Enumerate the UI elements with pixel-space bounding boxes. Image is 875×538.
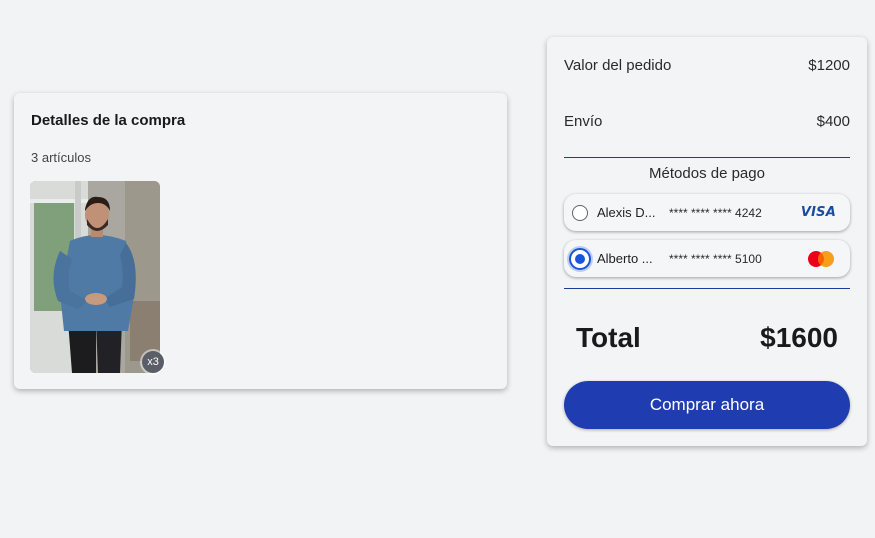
order-summary-card: Valor del pedido $1200 Envío $400 Método… (547, 37, 867, 446)
payment-method-visa[interactable]: Alexis D... **** **** **** 4242 VISA (564, 194, 850, 231)
visa-icon: VISA (800, 205, 836, 220)
payment-method-mastercard[interactable]: Alberto ... **** **** **** 5100 (564, 240, 850, 277)
payment-methods-title: Métodos de pago (649, 165, 765, 182)
item-count: 3 artículos (31, 150, 91, 165)
product-image[interactable] (30, 181, 160, 373)
order-value: $1200 (808, 56, 850, 74)
card-number: **** **** **** 5100 (669, 251, 762, 266)
total-value: $1600 (760, 322, 838, 353)
card-number: **** **** **** 4242 (669, 205, 762, 220)
purchase-details-card: Detalles de la compra 3 artículos x3 (14, 93, 507, 389)
card-holder-name: Alberto ... (597, 251, 653, 266)
quantity-badge: x3 (142, 351, 164, 373)
payment-radio-unselected[interactable] (572, 204, 588, 221)
shipping-row: Envío $400 (564, 111, 850, 131)
mastercard-icon (808, 250, 834, 267)
divider (564, 288, 850, 289)
total-label: Total (576, 322, 641, 353)
order-value-label: Valor del pedido (564, 56, 672, 74)
shipping-label: Envío (564, 112, 603, 130)
payment-radio-selected[interactable] (569, 247, 591, 270)
card-holder-name: Alexis D... (597, 205, 656, 220)
shipping-value: $400 (816, 112, 850, 130)
buy-now-button[interactable]: Comprar ahora (564, 381, 850, 429)
divider (564, 157, 850, 158)
order-value-row: Valor del pedido $1200 (564, 55, 850, 75)
details-title: Detalles de la compra (31, 112, 186, 129)
product-photo (30, 181, 160, 373)
